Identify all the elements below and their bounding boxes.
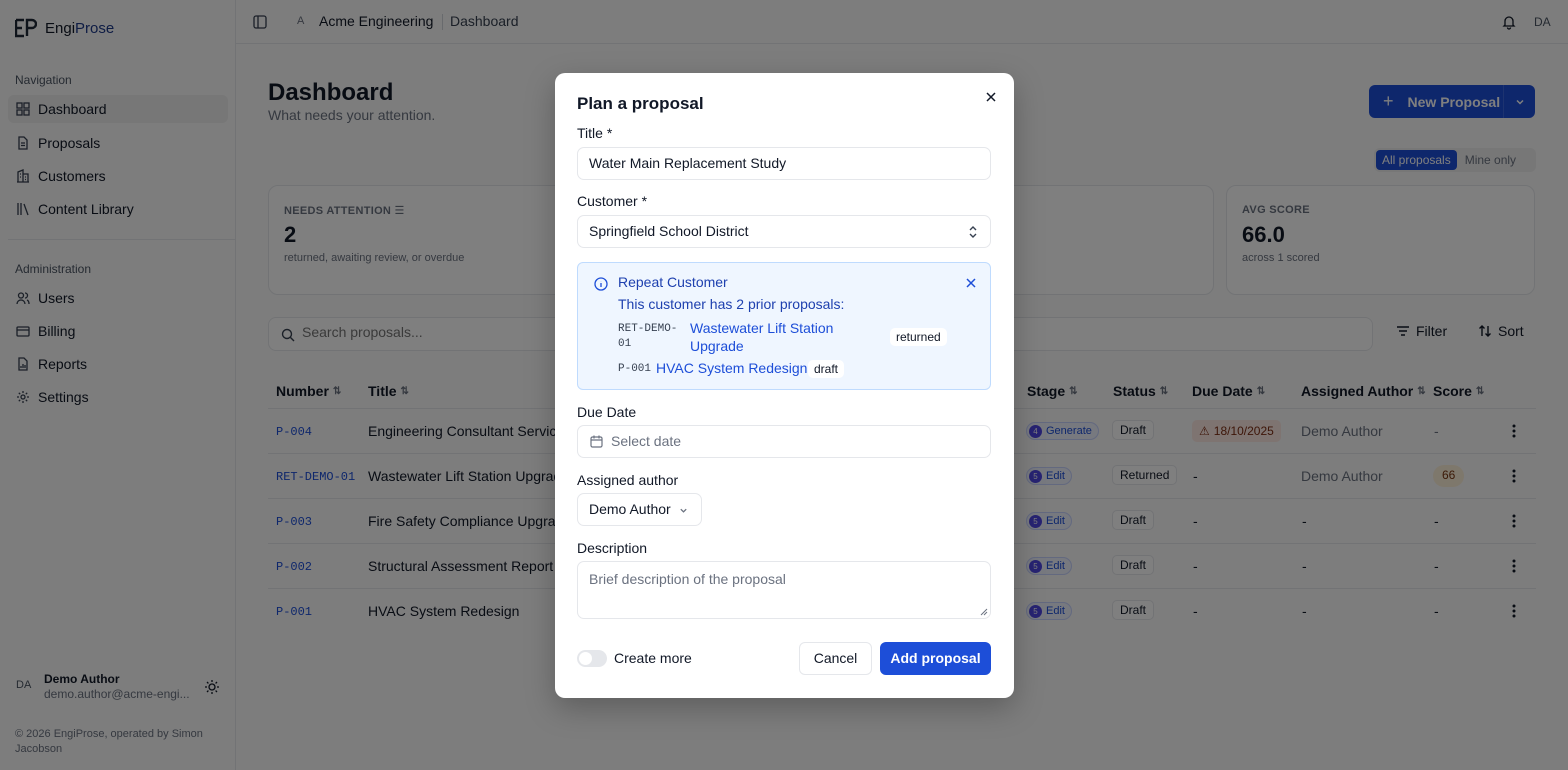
- create-more-toggle[interactable]: [577, 650, 607, 667]
- chevrons-up-down-icon: [969, 226, 977, 238]
- repeat-customer-alert: Repeat Customer This customer has 2 prio…: [577, 262, 991, 390]
- customer-select-value: Springfield School District: [589, 223, 749, 239]
- title-label: Title *: [577, 125, 613, 141]
- assigned-author-select[interactable]: Demo Author: [577, 493, 702, 526]
- calendar-icon: [590, 435, 603, 448]
- prior-proposal-code: RET-DEMO- 01: [618, 323, 678, 350]
- resize-handle-icon[interactable]: [980, 608, 988, 616]
- chevron-down-icon: [680, 508, 687, 513]
- due-date-label: Due Date: [577, 404, 637, 420]
- dialog-title: Plan a proposal: [577, 94, 704, 113]
- description-textarea[interactable]: Brief description of the proposal: [577, 561, 991, 619]
- prior-proposal-link[interactable]: Wastewater Lift Station Upgrade: [690, 319, 833, 355]
- alert-message: This customer has 2 prior proposals:: [618, 296, 845, 312]
- alert-title: Repeat Customer: [618, 274, 728, 290]
- create-more-label: Create more: [614, 650, 692, 666]
- assigned-author-value: Demo Author: [589, 501, 671, 517]
- description-label: Description: [577, 540, 648, 556]
- prior-proposal-status: draft: [808, 360, 845, 378]
- due-date-picker[interactable]: Select date: [577, 425, 991, 458]
- close-icon[interactable]: [983, 89, 999, 105]
- add-proposal-button[interactable]: Add proposal: [880, 642, 991, 675]
- info-icon: [594, 277, 608, 291]
- due-date-placeholder: Select date: [611, 433, 682, 449]
- plan-proposal-dialog: Plan a proposal Title * Water Main Repla…: [555, 73, 1014, 698]
- prior-proposal-code: P-001: [618, 363, 652, 375]
- customer-select[interactable]: Springfield School District: [577, 215, 991, 248]
- cancel-button[interactable]: Cancel: [799, 642, 872, 675]
- prior-proposal-status: returned: [890, 328, 947, 346]
- dismiss-alert-icon[interactable]: [965, 277, 977, 289]
- title-input[interactable]: Water Main Replacement Study: [577, 147, 991, 180]
- prior-proposal-link[interactable]: HVAC System Redesign: [656, 359, 807, 377]
- toggle-knob: [579, 652, 592, 665]
- assigned-author-label: Assigned author: [577, 472, 679, 488]
- description-placeholder: Brief description of the proposal: [589, 571, 786, 587]
- customer-label: Customer *: [577, 193, 648, 209]
